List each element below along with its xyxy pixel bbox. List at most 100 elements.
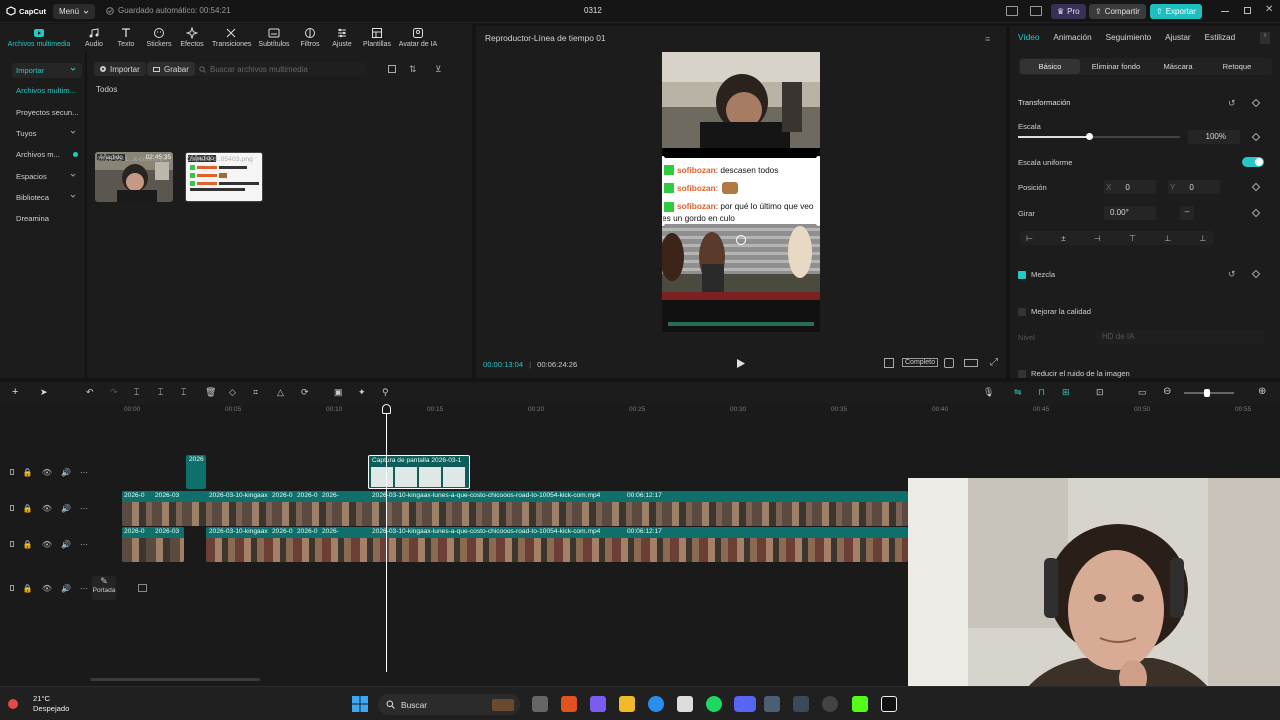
resize-handle[interactable] [816,221,820,226]
shortcuts-icon[interactable] [1030,6,1042,16]
slider-knob[interactable] [1204,389,1210,397]
more-icon[interactable]: ⋯ [80,540,88,549]
resize-handle[interactable] [816,156,820,161]
spotify-icon[interactable] [706,696,722,712]
visibility-icon[interactable]: 👁 [42,504,52,513]
taskbar-search[interactable]: Buscar [378,694,520,715]
nav-library[interactable]: Biblioteca [12,190,82,205]
share-button[interactable]: ⇪ Compartir [1089,4,1146,19]
link-icon[interactable]: ⇋ [1014,387,1022,398]
tool-transitions[interactable]: Transiciones [212,27,251,48]
lock-icon[interactable]: 🔒 [23,468,33,477]
uniform-scale-toggle[interactable] [1242,157,1264,167]
tool-captions[interactable]: Subtítulos [255,27,293,48]
export-button[interactable]: ⇧ Exportar [1150,4,1202,19]
preview-axis-icon[interactable]: ⊡ [1096,387,1104,398]
start-button[interactable] [352,696,368,712]
keyframe-icon[interactable] [1251,98,1261,108]
timeline-scrollbar[interactable] [90,678,260,681]
reset-icon[interactable]: ↺ [1228,269,1236,280]
minimize-icon[interactable] [1221,11,1229,12]
zoom-slider[interactable] [1184,389,1234,397]
record-button[interactable]: Grabar [147,62,195,76]
lock-icon[interactable]: 🔒 [23,584,33,593]
reset-icon[interactable]: ↺ [1228,98,1236,109]
level-select[interactable]: HD de IA [1096,330,1264,344]
filter-icon[interactable]: ⊻ [435,64,442,75]
audio-icon[interactable]: 🔊 [61,540,71,549]
subtab-remove-bg[interactable]: Eliminar fondo [1080,62,1152,71]
main-video-clip[interactable]: 2026-0 2026-03 2026-03-10-kingaax 2026-0… [122,491,908,526]
audio-icon[interactable]: 🔊 [61,584,71,593]
quality-checkbox[interactable] [1018,308,1026,316]
crop-icon[interactable] [884,358,894,368]
delete-icon[interactable]: 🗑 [205,387,216,398]
quality-button[interactable]: Completo [902,358,938,367]
selected-image-clip[interactable]: Captura de pantalla 2026-03-1 [368,455,470,489]
nav-spaces[interactable]: Espacios [12,169,82,184]
subtab-mask[interactable]: Máscara [1152,62,1204,71]
rotate-icon[interactable]: ⟳ [301,387,309,398]
store-icon[interactable] [677,696,693,712]
visibility-icon[interactable]: 👁 [42,584,52,593]
align-icons[interactable]: ⊢ ± ⊣ ⊤ ⊥ ⊥ [1026,234,1219,243]
noise-checkbox[interactable] [1018,370,1026,378]
blend-checkbox[interactable] [1018,271,1026,279]
subtab-retouch[interactable]: Retoque [1204,62,1270,71]
close-icon[interactable]: ✕ [1265,4,1273,15]
cover-button[interactable]: ✎ Portada [92,576,116,600]
select-tool-icon[interactable]: ➤ [40,387,48,398]
settings-gear-icon[interactable] [822,696,838,712]
rotate-value-field[interactable]: 0.00° [1104,206,1156,220]
microphone-icon[interactable]: 🎙 [983,387,994,398]
flip-button[interactable]: – [1180,206,1194,220]
magic-icon[interactable]: ✦ [358,387,366,398]
scale-value-field[interactable]: 100% [1188,130,1240,144]
zoom-out-icon[interactable]: ⊖ [1163,386,1171,397]
keyframe-icon[interactable] [1251,182,1261,192]
rotate-handle-icon[interactable] [736,235,746,245]
nav-dreamina[interactable]: Dreamina [12,211,82,226]
more-icon[interactable]: ⋯ [80,584,88,593]
fullscreen-icon[interactable]: ⤢ [990,357,998,368]
position-x-field[interactable]: X0 [1104,180,1156,194]
time-ruler[interactable]: 00:00 00:05 00:10 00:15 00:20 00:25 00:30 00:35… [0,404,1280,418]
more-icon[interactable]: ⋯ [80,504,88,513]
more-icon[interactable]: ⋯ [80,468,88,477]
tab-style[interactable]: Estilizad [1205,33,1236,42]
weather-widget[interactable] [8,694,30,714]
scale-slider[interactable] [1018,133,1180,140]
zoom-in-icon[interactable]: ⊕ [1258,386,1266,397]
maximize-icon[interactable] [1244,7,1251,14]
subtitle-track-icon[interactable]: ▭ [1138,387,1147,398]
lock-icon[interactable]: 🔒 [23,504,33,513]
mirror-icon[interactable]: △ [277,387,284,398]
tool-effects[interactable]: Efectos [173,27,211,48]
layout-icon[interactable] [1006,6,1018,16]
visibility-icon[interactable]: 👁 [42,540,52,549]
tab-adjust[interactable]: Ajustar [1165,33,1190,42]
lock-icon[interactable]: 🔒 [23,540,33,549]
brave-browser-icon[interactable] [561,696,577,712]
steam-alt-icon[interactable] [793,696,809,712]
video-clip[interactable]: 2026-03-10-kingaax 2026-0 2026-0 2026- 2… [206,527,908,562]
grid-view-icon[interactable] [388,65,396,73]
audio-icon[interactable]: 🔊 [61,504,71,513]
subtab-basic[interactable]: Básico [1020,59,1080,74]
file-explorer-icon[interactable] [619,696,635,712]
split-left-icon[interactable]: ⌶ [158,387,163,398]
snapshot-icon[interactable] [944,358,954,368]
nav-yours[interactable]: Tuyos [12,126,82,141]
tool-templates[interactable]: Plantillas [358,27,396,48]
video-clip[interactable]: 2026-0 2026-03 [122,527,184,562]
import-button[interactable]: Importar [94,62,146,76]
ratio-icon[interactable] [964,359,978,367]
selection-box[interactable] [662,158,819,224]
nav-sub-projects[interactable]: Proyectos secun... [12,105,82,120]
tab-video[interactable]: Vídeo [1018,33,1039,42]
add-track-icon[interactable]: + [12,386,18,398]
visibility-icon[interactable]: 👁 [42,468,52,477]
redo-icon[interactable]: ↷ [110,387,118,398]
nav-media-files[interactable]: Archivos multim... [12,83,82,98]
sort-icon[interactable]: ⇅ [409,64,417,75]
